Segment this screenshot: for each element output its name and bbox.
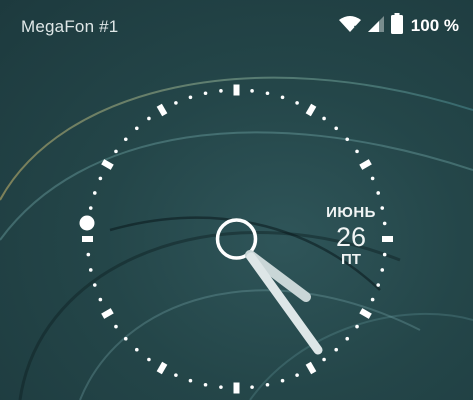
minute-dot xyxy=(345,137,350,142)
minute-dot xyxy=(280,378,285,383)
date-weekday: ПТ xyxy=(341,251,361,268)
minute-dot xyxy=(123,336,128,341)
minute-dot xyxy=(88,268,93,272)
minute-dot xyxy=(98,297,103,302)
minute-dot xyxy=(219,89,223,93)
minute-dot xyxy=(334,347,339,352)
hour-tick xyxy=(359,159,372,170)
date-day: 26 xyxy=(335,222,367,252)
hour-tick xyxy=(305,103,317,117)
minute-dot xyxy=(380,268,385,272)
minute-dot xyxy=(86,252,91,257)
minute-dot xyxy=(355,324,359,329)
hour-tick xyxy=(156,103,168,117)
minute-dot xyxy=(376,283,381,287)
minute-dot xyxy=(355,149,359,154)
minute-dot xyxy=(370,297,375,302)
minute-dot xyxy=(203,91,208,96)
minute-dot xyxy=(219,385,223,389)
minute-dot xyxy=(147,357,151,362)
minute-dot xyxy=(295,101,299,105)
minute-dot xyxy=(92,283,97,287)
minute-dot xyxy=(188,95,193,100)
minute-dot xyxy=(114,324,118,329)
analog-clock[interactable] xyxy=(0,0,473,400)
minute-dot xyxy=(295,373,299,377)
minute-dot xyxy=(88,206,93,210)
minute-dot xyxy=(123,137,128,142)
minute-dot xyxy=(98,176,103,181)
minute-dot xyxy=(203,382,208,387)
minute-dot xyxy=(265,382,270,387)
minute-hand xyxy=(246,252,323,355)
minute-dot xyxy=(280,95,285,100)
minute-dot xyxy=(250,89,254,93)
minute-dot xyxy=(174,373,178,377)
minute-dot xyxy=(147,116,151,121)
dot-marker xyxy=(79,215,95,231)
hour-tick xyxy=(101,308,114,319)
minute-dot xyxy=(322,116,326,121)
minute-dot xyxy=(134,126,139,131)
minute-dot xyxy=(188,378,193,383)
date-month: ИЮНЬ xyxy=(326,204,376,221)
minute-dot xyxy=(334,126,339,131)
minute-dot xyxy=(376,191,381,195)
hour-tick xyxy=(305,361,317,375)
minute-dot xyxy=(174,101,178,105)
hour-tick xyxy=(156,361,168,375)
minute-dot xyxy=(322,357,326,362)
date-readout: ИЮНЬ 26 ПТ xyxy=(318,204,384,268)
minute-dot xyxy=(370,176,375,181)
minute-dot xyxy=(265,91,270,96)
minute-dot xyxy=(345,336,350,341)
hour-tick xyxy=(101,159,114,170)
hour-tick xyxy=(359,308,372,319)
minute-dot xyxy=(134,347,139,352)
minute-dot xyxy=(92,191,97,195)
minute-dot xyxy=(250,385,254,389)
minute-dot xyxy=(114,149,118,154)
